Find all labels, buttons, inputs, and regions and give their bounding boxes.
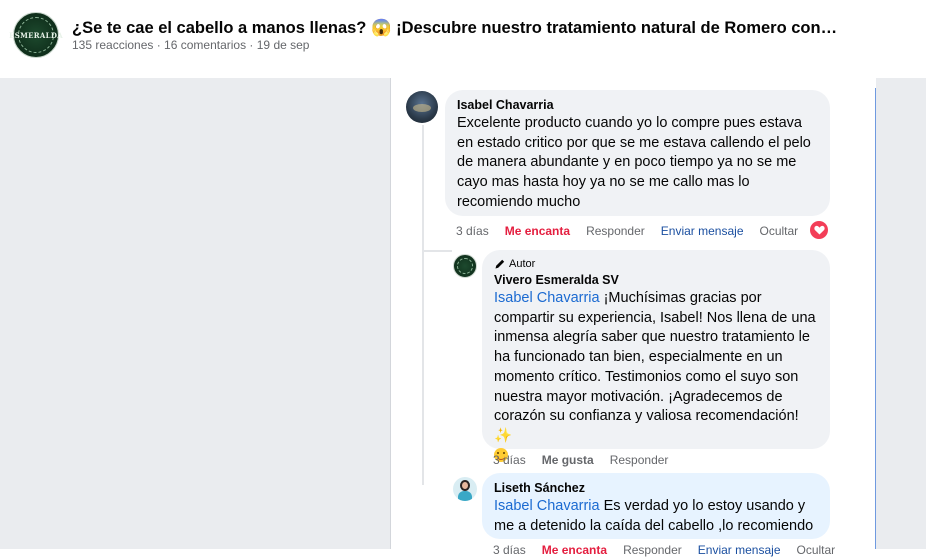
post-meta: 135 reacciones · 16 comentarios · 19 de … (72, 38, 310, 52)
hide-button[interactable]: Ocultar (760, 224, 799, 238)
reply-body: ¡Muchísimas gracias por compartir su exp… (494, 290, 816, 444)
hide-button[interactable]: Ocultar (797, 543, 836, 557)
post-header: ESMERALDA ¿Se te cae el cabello a manos … (0, 0, 926, 78)
background-left (0, 78, 390, 549)
page-logo[interactable]: ESMERALDA (9, 12, 63, 58)
love-reaction-button[interactable]: Me encanta (505, 224, 570, 238)
avatar-vivero-esmeralda[interactable] (453, 254, 477, 278)
like-button[interactable]: Me gusta (542, 453, 594, 467)
reply-button[interactable]: Responder (623, 543, 682, 557)
reply-button[interactable]: Responder (586, 224, 645, 238)
mention-link[interactable]: Isabel Chavarria (494, 498, 600, 514)
love-reaction-button[interactable]: Me encanta (542, 543, 607, 557)
reply-button[interactable]: Responder (610, 453, 669, 467)
comment-bubble: Isabel Chavarria Excelente producto cuan… (445, 90, 830, 216)
reply-actions-cutoff: 3 días Me encanta Responder Enviar mensa… (493, 543, 851, 557)
reply-time[interactable]: 3 días (493, 453, 526, 467)
avatar-isabel-chavarria[interactable] (406, 91, 438, 123)
reply-time[interactable]: 3 días (493, 543, 526, 557)
comment-author[interactable]: Isabel Chavarria (457, 98, 818, 112)
background-right (876, 78, 926, 549)
reply-bubble: Autor Vivero Esmeralda SV Isabel Chavarr… (482, 250, 830, 462)
reply-bubble-highlighted: Liseth Sánchez Isabel Chavarria Es verda… (482, 473, 830, 539)
comment-time[interactable]: 3 días (456, 224, 489, 238)
author-badge-label: Autor (509, 258, 536, 270)
post-title[interactable]: ¿Se te cae el cabello a manos llenas? 😱 … (72, 19, 837, 38)
comment-text: Excelente producto cuando yo lo compre p… (457, 115, 811, 210)
thread-line (422, 125, 424, 485)
reply-author[interactable]: Vivero Esmeralda SV (494, 273, 818, 287)
reply-text: Isabel Chavarria Es verdad yo lo estoy u… (494, 497, 818, 536)
avatar-liseth-sanchez[interactable] (453, 477, 477, 501)
send-message-button[interactable]: Enviar mensaje (698, 543, 781, 557)
comment-actions: 3 días Me encanta Responder Enviar mensa… (456, 224, 814, 238)
mention-link[interactable]: Isabel Chavarria (494, 290, 600, 306)
pencil-icon (495, 259, 505, 269)
heart-reaction-icon[interactable] (810, 221, 828, 239)
author-badge: Autor (494, 258, 818, 270)
reply-author[interactable]: Liseth Sánchez (494, 481, 818, 495)
thread-connector (422, 250, 452, 252)
logo-brand-text: ESMERALDA (9, 30, 63, 40)
send-message-button[interactable]: Enviar mensaje (661, 224, 744, 238)
reply-actions: 3 días Me gusta Responder (493, 453, 684, 467)
reply-text: Isabel Chavarria ¡Muchísimas gracias por… (494, 289, 818, 466)
